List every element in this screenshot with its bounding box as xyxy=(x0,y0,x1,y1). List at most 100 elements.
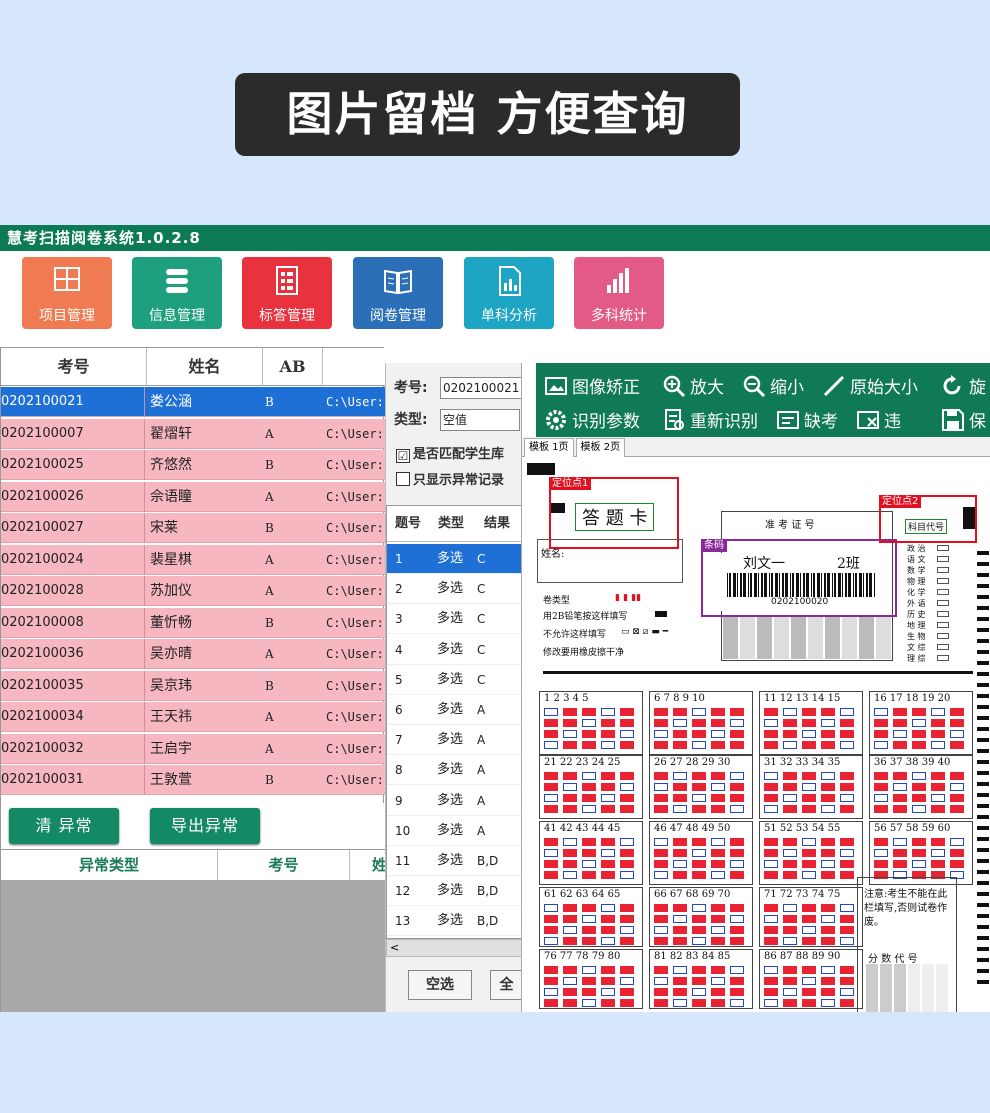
table-row[interactable]: 0202100032 王启宇 A C:\User: xyxy=(1,733,385,764)
table-row[interactable]: 0202100028 苏加仪 A C:\User: xyxy=(1,576,385,606)
answer-management-button[interactable]: 标答管理 xyxy=(242,257,332,329)
col-path[interactable] xyxy=(323,348,385,386)
table-row[interactable]: 0202100036 吴亦晴 A C:\User: xyxy=(1,639,385,669)
question-row[interactable]: 3 多选 C xyxy=(387,604,521,635)
answer-block: 21 22 23 24 25 xyxy=(539,755,643,819)
timing-mark xyxy=(977,870,989,874)
table-row[interactable]: 0202100031 王敦萱 B C:\User: xyxy=(1,765,385,795)
question-row[interactable]: 10 多选 A xyxy=(387,816,521,846)
bubble-empty xyxy=(764,915,778,923)
marking-management-button[interactable]: 阅卷管理 xyxy=(353,257,443,329)
bubble-filled xyxy=(730,871,744,879)
bubble-empty xyxy=(802,871,816,879)
bubble-filled xyxy=(931,860,945,868)
bubble-empty xyxy=(912,805,926,813)
bubble-filled xyxy=(783,730,797,738)
select-all-button[interactable]: 全 xyxy=(490,970,522,1000)
bubble-filled xyxy=(912,794,926,802)
bubble-empty xyxy=(764,999,778,1007)
table-row[interactable]: 0202100027 宋莱 B C:\User: xyxy=(1,513,385,543)
match-student-checkbox[interactable]: ☑ 是否匹配学生库 xyxy=(396,443,504,463)
empty-select-button[interactable]: 空选 xyxy=(408,970,472,1000)
question-row[interactable]: 4 多选 C xyxy=(387,635,521,665)
table-row[interactable]: 0202100034 王天祎 A C:\User: xyxy=(1,702,385,732)
answer-block: 16 17 18 19 20 xyxy=(869,691,973,755)
tab-page-1[interactable]: 模板 1页 xyxy=(524,438,574,457)
absent-button[interactable]: 缺考 xyxy=(776,407,838,432)
subject-bubble xyxy=(937,611,949,617)
tab-page-2[interactable]: 模板 2页 xyxy=(575,438,626,457)
clear-abnormal-button[interactable]: 清 异常 xyxy=(9,808,119,844)
answer-sheet-image[interactable]: 定位点1 答 题 卡 姓名: 准 考 证 号 条码 刘文一 2班 0202100… xyxy=(525,459,990,1012)
col-abnormal-type[interactable]: 异常类型 xyxy=(1,850,218,881)
bubble-empty xyxy=(601,849,615,857)
rotate-button[interactable]: 旋 xyxy=(941,373,986,398)
table-row[interactable]: 0202100008 董忻畅 B C:\User: xyxy=(1,607,385,638)
timing-mark xyxy=(977,606,989,610)
barcode-label: 刘文一 2班 0202100020 xyxy=(707,553,891,611)
bubble-filled xyxy=(821,783,835,791)
table-row[interactable]: 0202100035 吴京玮 B C:\User: xyxy=(1,670,385,701)
bubble-filled xyxy=(601,966,615,974)
question-row[interactable]: 9 多选 A xyxy=(387,786,521,816)
question-row[interactable]: 2 多选 C xyxy=(387,574,521,605)
zoom-in-button[interactable]: 放大 xyxy=(662,373,724,398)
col-abnormal-name[interactable]: 姓 xyxy=(350,850,385,881)
question-row[interactable]: 6 多选 A xyxy=(387,695,521,725)
show-abnormal-checkbox[interactable]: 只显示异常记录 xyxy=(396,469,504,488)
timing-mark xyxy=(977,639,989,643)
bubble-empty xyxy=(582,719,596,727)
col-ab[interactable]: AB xyxy=(263,348,323,386)
question-row[interactable]: 7 多选 A xyxy=(387,725,521,756)
table-row[interactable]: 0202100021 娄公涵 B C:\User: xyxy=(1,387,385,417)
project-management-button[interactable]: 项目管理 xyxy=(22,257,112,329)
table-row[interactable]: 0202100025 齐悠然 B C:\User: xyxy=(1,450,385,480)
col-question-no[interactable]: 题号 xyxy=(387,506,429,542)
zoom-out-button[interactable]: 缩小 xyxy=(742,373,804,398)
export-abnormal-button[interactable]: 导出异常 xyxy=(150,808,260,844)
bubble-filled xyxy=(730,741,744,749)
table-row[interactable]: 0202100024 裴星棋 A C:\User: xyxy=(1,544,385,575)
multi-subject-stats-button[interactable]: 多科统计 xyxy=(574,257,664,329)
question-row[interactable]: 5 多选 C xyxy=(387,665,521,695)
subject-analysis-button[interactable]: 单科分析 xyxy=(464,257,554,329)
question-row[interactable]: 11 多选 B,D xyxy=(387,846,521,876)
question-row[interactable]: 8 多选 A xyxy=(387,755,521,786)
violation-button[interactable]: 违 xyxy=(856,407,901,432)
timing-mark xyxy=(977,925,989,929)
bubble-empty xyxy=(620,783,634,791)
timing-mark xyxy=(977,958,989,962)
score-grid xyxy=(866,964,952,1012)
score-column xyxy=(922,964,934,1012)
image-correct-button[interactable]: 图像矫正 xyxy=(544,373,640,398)
bubble-empty xyxy=(783,794,797,802)
col-name[interactable]: 姓名 xyxy=(147,348,263,386)
barcode-tag: 条码 xyxy=(701,540,727,552)
table-row[interactable]: 0202100007 翟熠轩 A C:\User: xyxy=(1,418,385,449)
question-row[interactable]: 13 多选 B,D xyxy=(387,906,521,937)
horizontal-scrollbar[interactable]: < xyxy=(386,939,522,957)
barcode-bar xyxy=(855,573,857,597)
recognize-params-button[interactable]: 识别参数 xyxy=(544,407,640,432)
save-button[interactable]: 保 xyxy=(941,407,986,432)
col-exam-id[interactable]: 考号 xyxy=(1,348,147,386)
info-management-button[interactable]: 信息管理 xyxy=(132,257,222,329)
bubble-empty xyxy=(950,730,964,738)
original-size-button[interactable]: 原始大小 xyxy=(822,373,918,398)
col-question-result[interactable]: 结果 xyxy=(473,506,521,542)
col-abnormal-id[interactable]: 考号 xyxy=(218,850,350,881)
question-row[interactable]: 1 多选 C xyxy=(387,544,521,574)
exam-id-cell: 0202100035 xyxy=(1,670,145,701)
bubble-filled xyxy=(654,966,668,974)
table-row[interactable]: 0202100026 佘语瞳 A C:\User: xyxy=(1,481,385,512)
type-input[interactable]: 空值 xyxy=(440,409,520,431)
re-recognize-button[interactable]: 重新识别 xyxy=(662,407,758,432)
student-table-header: 考号 姓名 AB xyxy=(1,348,385,386)
barcode-bar xyxy=(758,573,759,597)
col-question-type[interactable]: 类型 xyxy=(429,506,473,542)
exam-id-cell: 0202100025 xyxy=(1,450,145,480)
question-row[interactable]: 12 多选 B,D xyxy=(387,876,521,907)
bubble-empty xyxy=(931,708,945,716)
question-result-cell: A xyxy=(477,763,486,778)
exam-id-input[interactable]: 0202100021 xyxy=(440,377,522,399)
